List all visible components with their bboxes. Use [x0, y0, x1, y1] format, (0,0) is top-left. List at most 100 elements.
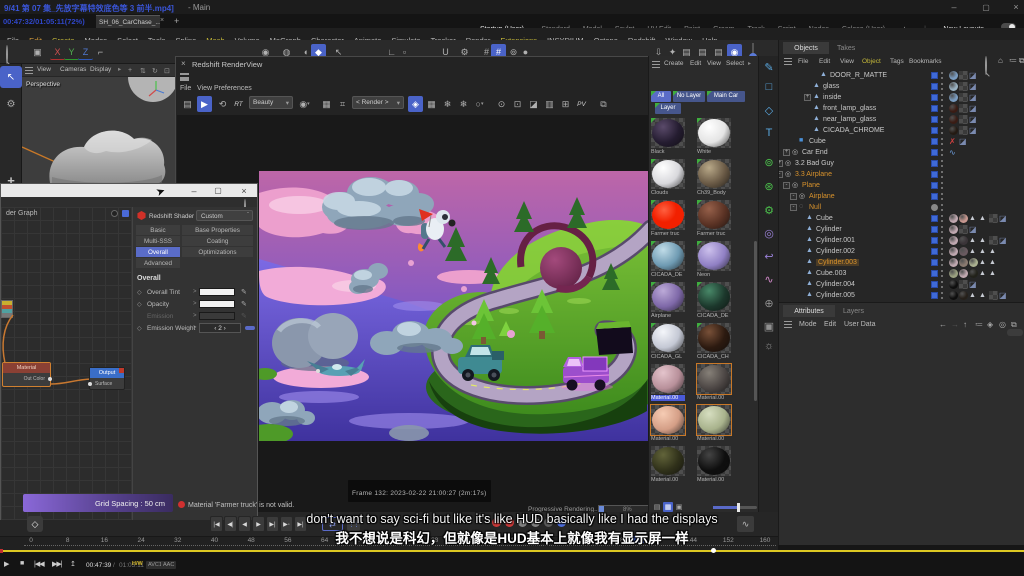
layer-color-chip[interactable] [931, 248, 938, 255]
texture-tag-icon[interactable]: ◪ [999, 291, 1008, 300]
tab-base-properties[interactable]: Base Properties [182, 225, 253, 235]
environment-icon[interactable]: ⊕ [759, 294, 779, 312]
visibility-dots[interactable] [941, 237, 943, 244]
layer-tab-no-layer[interactable]: No Layer [673, 91, 705, 102]
add-snapshot-icon[interactable]: ⊞ [558, 96, 573, 112]
maximize-view-icon[interactable]: ⊡ [164, 67, 170, 75]
material-menu-view[interactable]: View [707, 61, 721, 68]
layer-color-chip[interactable] [931, 215, 938, 222]
selection-tag-icon[interactable]: ▲ [979, 247, 988, 256]
object-name[interactable]: Cylinder.003 [816, 259, 859, 266]
material-menu-select[interactable]: Select [726, 61, 744, 68]
object-name[interactable]: Cylinder.001 [816, 237, 855, 244]
pen-tool-icon[interactable]: ✎ [759, 58, 779, 76]
texture-tag-icon[interactable]: ◪ [999, 214, 1008, 223]
axis-x-toggle[interactable]: X [50, 44, 65, 60]
forward-icon[interactable]: → [951, 320, 959, 329]
object-row[interactable]: -◎Plane [779, 180, 1024, 191]
object-name[interactable]: Cylinder.002 [816, 248, 855, 255]
material-swatch[interactable] [651, 200, 685, 230]
object-name[interactable]: front_lamp_glass [823, 105, 876, 112]
object-name[interactable]: 3.2 Bad Guy [795, 160, 834, 167]
single-view-icon[interactable]: ▣ [674, 502, 684, 512]
tab-basic[interactable]: Basic [136, 225, 180, 235]
material-burger-icon[interactable] [652, 61, 660, 68]
send-to-pv-button[interactable]: PV [574, 96, 589, 112]
player-next-button[interactable]: ▶▶| [52, 560, 62, 568]
material-tag[interactable] [949, 115, 958, 124]
material-tag[interactable] [949, 225, 958, 234]
shader-window-titlebar[interactable]: – ▢ × ➤ [1, 184, 257, 197]
viewport-menu-cameras[interactable]: Cameras [60, 67, 86, 74]
layer-color-chip[interactable] [931, 182, 938, 189]
visibility-dots[interactable] [941, 105, 943, 112]
expander-icon[interactable]: - [790, 193, 797, 200]
uvw-tag[interactable] [959, 82, 968, 91]
object-name[interactable]: glass [823, 83, 839, 90]
uvw-tag[interactable] [959, 225, 968, 234]
attr-menu-userdata[interactable]: User Data [844, 321, 876, 328]
expander-icon[interactable]: - [790, 204, 797, 211]
object-name[interactable]: Cylinder [816, 226, 842, 233]
keyframe-dot-icon[interactable]: ◇ [137, 325, 142, 332]
back-icon[interactable]: ← [939, 320, 947, 329]
layer-color-chip[interactable] [931, 105, 938, 112]
pan-view-icon[interactable]: + [128, 67, 132, 74]
visibility-dots[interactable] [941, 94, 943, 101]
pixel-probe-icon[interactable]: ⊙ [494, 96, 509, 112]
object-name[interactable]: Cylinder.004 [816, 281, 855, 288]
material-menu-create[interactable]: Create [664, 61, 684, 68]
texture-tag-icon[interactable]: ◪ [969, 104, 978, 113]
tab-attributes[interactable]: Attributes [783, 305, 835, 317]
shader-maximize-button[interactable]: ▢ [211, 184, 225, 197]
object-row[interactable]: ▲Cylinder.004◪ [779, 279, 1024, 290]
eyedropper-icon[interactable]: ✎ [241, 312, 247, 320]
channel-icon[interactable]: ◉▾ [297, 96, 312, 112]
up-icon[interactable]: ↑ [963, 320, 967, 329]
uvw-tag[interactable] [959, 126, 968, 135]
material-swatch[interactable] [651, 446, 685, 476]
selection-tag-icon[interactable]: ▲ [979, 258, 988, 267]
expander-icon[interactable]: - [783, 182, 790, 189]
snapshot-icon[interactable]: ▥ [542, 96, 557, 112]
layer-color-chip[interactable] [931, 116, 938, 123]
color-field[interactable] [199, 288, 235, 296]
search-icon[interactable] [6, 45, 8, 64]
output-node[interactable]: Output Surface [89, 367, 125, 390]
object-row[interactable]: ▲Cube▲▲◪ [779, 213, 1024, 224]
object-row[interactable]: ▲Cylinder.001▲▲◪ [779, 235, 1024, 246]
spline-wrap-icon[interactable]: ↩ [759, 247, 779, 265]
player-stop-button[interactable]: ■ [20, 560, 23, 567]
tab-overall[interactable]: Overall [136, 247, 180, 257]
material-swatch[interactable] [697, 200, 731, 230]
uvw-tag[interactable] [959, 93, 968, 102]
viewport-menu-view[interactable]: View [37, 67, 51, 74]
object-name[interactable]: Plane [802, 182, 820, 189]
document-tab-close-icon[interactable]: × [160, 17, 164, 24]
tab-objects[interactable]: Objects [783, 42, 829, 54]
disabled-icon[interactable]: ✗ [949, 137, 958, 146]
grid-view-icon[interactable]: ▦ [663, 502, 673, 512]
material-swatch[interactable] [697, 323, 731, 353]
expand-icon[interactable]: > [193, 289, 197, 295]
expander-icon[interactable]: + [804, 94, 811, 101]
visibility-dots[interactable] [941, 193, 943, 200]
material-tag[interactable] [949, 236, 958, 245]
material-tag[interactable] [969, 258, 978, 267]
uvw-tag[interactable] [989, 236, 998, 245]
object-name[interactable]: Car End [802, 149, 828, 156]
texture-tag-icon[interactable]: ◪ [969, 225, 978, 234]
layer-tab-main-car[interactable]: Main Car [707, 91, 745, 102]
rectangle-spline-icon[interactable]: □ [759, 78, 779, 96]
material-tag[interactable] [959, 247, 968, 256]
visibility-dots[interactable] [941, 248, 943, 255]
live-selection-tool[interactable]: ↖ [0, 66, 22, 88]
object-row[interactable]: ▲Cylinder.002▲▲▲ [779, 246, 1024, 257]
eyedropper-icon[interactable]: ✎ [241, 288, 247, 296]
object-row[interactable]: +▲inside◪ [779, 92, 1024, 103]
object-row[interactable]: ▲Cylinder.003▲▲ [779, 257, 1024, 268]
graph-palette-icon[interactable] [111, 210, 118, 217]
visibility-dots[interactable] [941, 83, 943, 90]
layer-color-chip[interactable] [931, 171, 938, 178]
object-name[interactable]: Cube.003 [816, 270, 846, 277]
